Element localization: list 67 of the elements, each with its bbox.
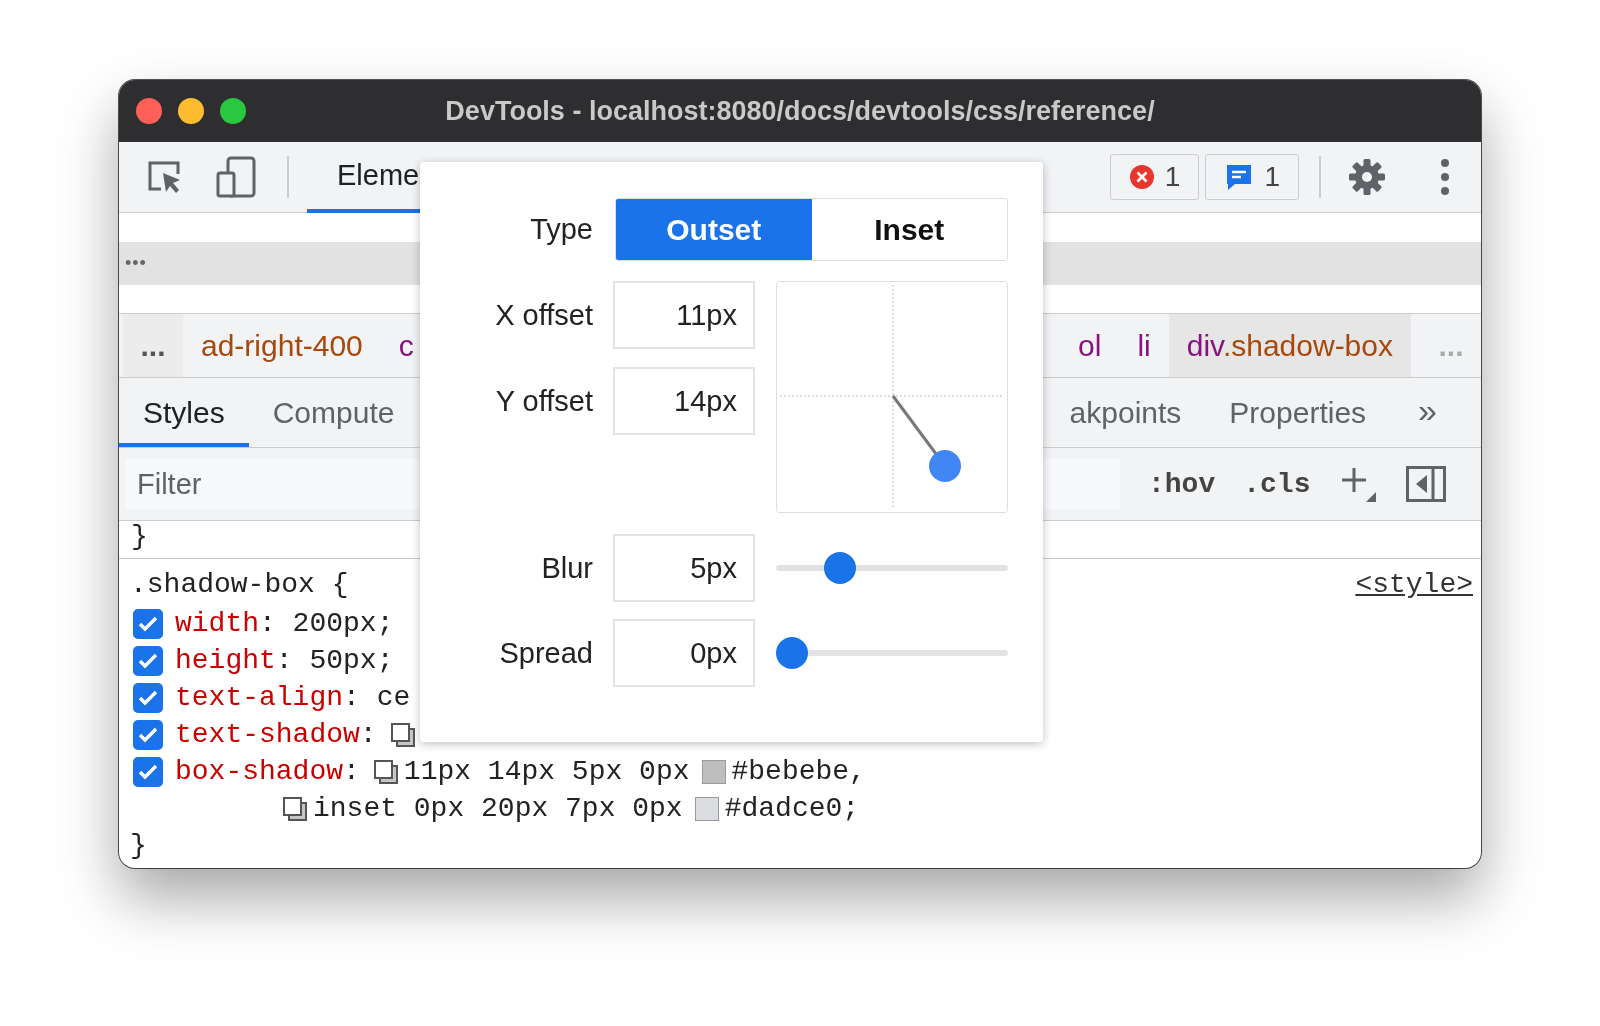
css-property: text-shadow xyxy=(175,719,360,750)
message-count-button[interactable]: 1 xyxy=(1205,154,1299,200)
minimize-button[interactable] xyxy=(177,97,205,125)
breadcrumb[interactable]: li xyxy=(1119,314,1169,377)
checkbox[interactable] xyxy=(133,682,163,713)
input-field[interactable]: 14px xyxy=(613,367,755,435)
zoom-button[interactable] xyxy=(219,97,247,125)
css-property: box-shadow xyxy=(175,756,344,787)
error-count-button[interactable]: 1 xyxy=(1109,154,1200,200)
shadow-editor-icon[interactable] xyxy=(281,794,309,823)
close-button[interactable] xyxy=(135,97,163,125)
device-icon[interactable] xyxy=(215,156,257,198)
class-button[interactable]: .cls xyxy=(1243,468,1311,500)
css-property: text-align xyxy=(175,682,344,713)
source-link[interactable]: <style> xyxy=(1355,569,1473,600)
checkbox[interactable] xyxy=(133,645,163,676)
sidebar-tab[interactable]: akpoints xyxy=(1045,378,1206,447)
window-title: DevTools - localhost:8080/docs/devtools/css/reference/ xyxy=(445,95,1155,127)
settings-icon[interactable] xyxy=(1347,157,1387,197)
css-property: height xyxy=(175,645,276,676)
more-tabs-button[interactable]: » xyxy=(1390,378,1481,447)
input-field[interactable]: 5px xyxy=(613,534,755,602)
css-value: inset 0px 20px 7px 0px xyxy=(313,793,683,824)
slider-thumb[interactable] xyxy=(776,637,808,669)
rule-end: } xyxy=(130,830,147,861)
rule-selector: .shadow-box { xyxy=(130,569,349,600)
rule-end: } xyxy=(131,521,148,552)
sidebar-tab[interactable]: Properties xyxy=(1205,378,1391,447)
css-value: : xyxy=(359,719,377,750)
sidebar-tab[interactable]: Compute xyxy=(248,378,419,447)
field-label: X offset xyxy=(494,298,593,332)
more-crumbs[interactable]: ... xyxy=(123,314,183,377)
type-toggle[interactable]: Outset xyxy=(616,199,812,260)
breadcrumb[interactable]: ad-right-400 xyxy=(183,314,381,377)
css-value: : 200px; xyxy=(259,608,394,639)
css-property: width xyxy=(175,608,259,639)
slider-thumb[interactable] xyxy=(824,552,856,584)
shadow-editor-icon[interactable] xyxy=(371,757,400,786)
filter-input[interactable]: Filter xyxy=(125,459,1120,509)
css-value: : xyxy=(343,756,360,787)
field-label: Spread xyxy=(498,636,593,670)
css-value: : ce xyxy=(343,682,411,713)
breadcrumb[interactable]: ol xyxy=(1060,314,1120,377)
sidebar-toggle-icon[interactable] xyxy=(1406,466,1447,502)
css-value: #dadce0; xyxy=(724,793,860,824)
shadow-editor-icon[interactable] xyxy=(388,720,417,749)
input-field[interactable]: 0px xyxy=(613,619,755,687)
css-value: : 50px; xyxy=(275,645,394,676)
css-value: #bebebe, xyxy=(731,756,866,787)
breadcrumb[interactable]: div.shadow-box xyxy=(1168,314,1411,377)
checkbox[interactable] xyxy=(133,756,163,787)
color-swatch[interactable] xyxy=(694,796,719,821)
expand-dots[interactable]: ••• xyxy=(125,253,147,274)
slider[interactable] xyxy=(776,552,1008,584)
input-field[interactable]: 11px xyxy=(613,281,755,349)
css-value: 11px 14px 5px 0px xyxy=(403,756,690,787)
field-label: Type xyxy=(529,213,593,246)
slider[interactable] xyxy=(776,637,1008,669)
hover-state-button[interactable]: :hov xyxy=(1148,468,1216,500)
color-swatch[interactable] xyxy=(701,759,726,784)
breadcrumb[interactable]: c xyxy=(380,314,432,377)
error-icon xyxy=(1128,164,1155,190)
checkbox[interactable] xyxy=(133,608,163,639)
field-label: Y offset xyxy=(494,384,593,418)
more-menu-icon[interactable] xyxy=(1439,158,1451,196)
field-label: Blur xyxy=(540,551,593,585)
checkbox[interactable] xyxy=(133,719,163,750)
